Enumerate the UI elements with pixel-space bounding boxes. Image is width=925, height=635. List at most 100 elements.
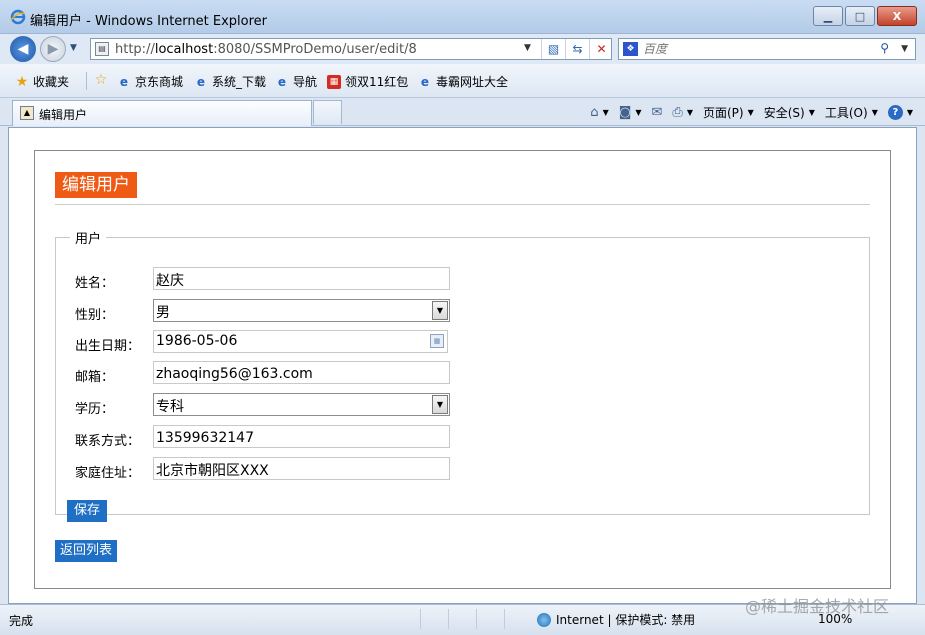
favorite-link-download[interactable]: e 系统_下载 [194,73,266,90]
status-text: 完成 [9,614,34,628]
back-button[interactable]: ◀ [10,36,36,62]
page-icon: ▤ [95,42,109,56]
watermark: @稀土掘金技术社区 [745,597,890,616]
search-dropdown-icon[interactable]: ▼ [901,44,908,54]
address-tools: ▧ ⇆ ✕ [541,39,613,59]
fieldset-legend: 用户 [75,232,102,247]
chevron-down-icon: ▼ [602,107,609,117]
education-label: 学历： [75,402,115,417]
address-input[interactable] [153,457,450,480]
page-thumbnail-icon: ▲ [20,106,34,120]
page-title: 编辑用户 [55,172,137,198]
status-pane [420,609,448,629]
phone-label: 联系方式： [75,434,141,449]
ie-page-icon: e [119,74,129,89]
birthdate-input[interactable]: 1986-05-06 ▦ [153,330,448,353]
page-viewport: 编辑用户 用户 姓名： 性别： 男 ▼ 出生日期： 1986-05-06 ▦ [8,127,917,604]
ie-page-icon: e [196,74,206,89]
email-input[interactable] [153,361,450,384]
calendar-icon[interactable]: ▦ [430,334,444,348]
favorite-link-duba[interactable]: e 毒霸网址大全 [418,73,508,90]
printer-icon: ⎙ [672,104,683,120]
favorite-link-jd[interactable]: e 京东商城 [117,73,183,90]
mail-button[interactable]: ✉ [652,105,663,120]
help-menu[interactable]: ? ▼ [887,104,913,120]
content-panel: 编辑用户 用户 姓名： 性别： 男 ▼ 出生日期： 1986-05-06 ▦ [34,150,891,589]
rss-icon: ◙ [618,104,632,120]
ie-logo-icon [10,9,26,25]
add-favorite-button[interactable]: ☆ [94,72,112,88]
chevron-down-icon: ▼ [808,107,815,117]
search-input[interactable] [643,41,873,57]
favorites-button[interactable]: ★ 收藏夹 [15,73,69,90]
chevron-down-icon: ▼ [635,107,642,117]
chevron-down-icon: ▼ [906,107,913,117]
chevron-down-icon: ▼ [686,107,693,117]
name-input[interactable] [153,267,450,290]
maximize-button[interactable]: □ [845,6,875,26]
stop-icon[interactable]: ✕ [589,39,613,59]
name-label: 姓名： [75,276,115,291]
favorite-link-nav[interactable]: e 导航 [275,73,317,90]
status-pane [504,609,532,629]
new-tab-button[interactable] [313,100,342,124]
help-icon: ? [887,104,903,120]
minimize-button[interactable]: ▁ [813,6,843,26]
birthdate-value: 1986-05-06 [156,333,238,349]
page-menu[interactable]: 页面(P) ▼ [703,104,754,121]
search-box[interactable]: ❖ ⚲ ▼ [618,38,916,60]
education-select[interactable]: 专科 ▼ [153,393,450,416]
phone-input[interactable] [153,425,450,448]
user-fieldset: 用户 姓名： 性别： 男 ▼ 出生日期： 1986-05-06 ▦ [55,228,870,522]
gender-select[interactable]: 男 ▼ [153,299,450,322]
close-button[interactable]: X [877,6,917,26]
tools-menu[interactable]: 工具(O) ▼ [825,104,878,121]
chevron-down-icon[interactable]: ▼ [432,395,448,414]
favorites-divider [86,72,87,90]
save-button[interactable]: 保存 [67,500,108,522]
ie-page-icon: e [420,74,430,89]
refresh-icon[interactable]: ⇆ [565,39,589,59]
back-to-list-link[interactable]: 返回列表 [55,540,118,562]
star-icon: ★ [15,73,29,90]
address-bar[interactable]: ▤ http://localhost:8080/SSMProDemo/user/… [90,38,612,60]
ie-page-icon: e [277,74,287,89]
command-bar: ⌂ ▼ ◙ ▼ ✉ ⎙ ▼ 页面(P) ▼ 安全(S) ▼ 工具(O) ▼ ? ▼ [580,101,913,123]
add-favorite-star-icon: ☆ [94,72,108,88]
window-title: 编辑用户 - Windows Internet Explorer [30,14,267,29]
safety-menu[interactable]: 安全(S) ▼ [764,104,815,121]
search-provider-icon[interactable]: ❖ [623,42,638,56]
mail-icon: ✉ [651,104,663,120]
email-label: 邮箱： [75,370,115,385]
home-icon: ⌂ [590,104,599,120]
gender-selected-value: 男 [156,305,170,321]
birthdate-label: 出生日期： [75,339,141,354]
print-button[interactable]: ⎙ ▼ [672,105,693,120]
title-divider [55,204,870,205]
search-icon[interactable]: ⚲ [880,41,889,55]
compatibility-view-icon[interactable]: ▧ [541,39,565,59]
home-button[interactable]: ⌂ ▼ [590,105,608,120]
tab-edit-user[interactable]: ▲ 编辑用户 [12,100,312,126]
address-dropdown-icon[interactable]: ▼ [524,43,531,53]
gift-icon: ▦ [327,74,341,89]
education-selected-value: 专科 [156,399,184,415]
status-pane [476,609,504,629]
chevron-down-icon[interactable]: ▼ [432,301,448,320]
address-url[interactable]: http://localhost:8080/SSMProDemo/user/ed… [115,42,417,57]
globe-icon [537,612,551,627]
favorite-link-redpacket[interactable]: ▦ 领双11红包 [327,73,408,90]
title-bar: 编辑用户 - Windows Internet Explorer ▁ □ X [0,0,925,34]
feeds-button[interactable]: ◙ ▼ [619,105,642,120]
forward-button[interactable]: ▶ [40,36,66,62]
window-controls: ▁ □ X [811,6,917,26]
tab-bar: ▲ 编辑用户 ⌂ ▼ ◙ ▼ ✉ ⎙ ▼ 页面(P) ▼ 安全(S) ▼ 工具(O) ▼ ?… [0,98,925,126]
status-panes [420,609,532,629]
security-zone[interactable]: Internet | 保护模式: 禁用 [537,611,695,628]
address-label: 家庭住址： [75,466,141,481]
chevron-down-icon: ▼ [871,107,878,117]
status-pane [448,609,476,629]
chevron-down-icon: ▼ [747,107,754,117]
history-dropdown-icon[interactable]: ▼ [70,43,77,53]
gender-label: 性别： [75,308,115,323]
